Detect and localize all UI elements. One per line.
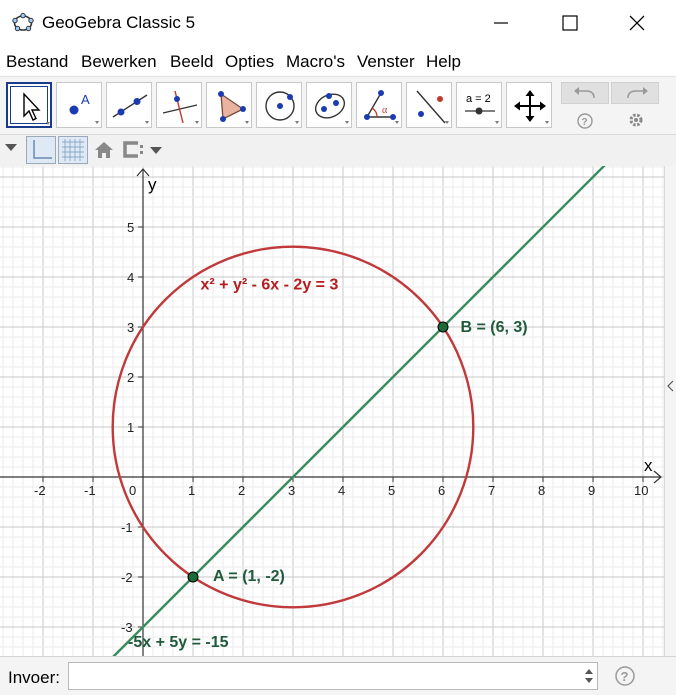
toggle-style-bar-icon[interactable] [3, 141, 19, 153]
conic-tool-button[interactable] [306, 82, 352, 128]
slider-icon: a = 2 [465, 93, 499, 124]
x-tick-label: -1 [84, 483, 96, 498]
redo-icon [627, 87, 648, 99]
reflect-tool-button[interactable] [406, 82, 452, 128]
line-equation-label: -5x + 5y = -15 [128, 634, 229, 651]
menu-help[interactable]: Help [426, 52, 461, 72]
input-bar: Invoer: ? [0, 656, 676, 695]
graphics-view[interactable]: -2 -1 0 1 2 3 4 5 6 7 8 9 10 -3 -2 -1 1 2 3 4 5 x y x² + y² … [0, 166, 664, 656]
minimize-button[interactable] [478, 0, 524, 46]
undo-button[interactable] [561, 82, 609, 104]
menu-bestand[interactable]: Bestand [6, 52, 68, 72]
slider-tool-button[interactable]: a = 2 [456, 82, 502, 128]
move-tool-button[interactable] [6, 82, 52, 128]
help-icon[interactable]: ? [576, 112, 594, 130]
y-tick-label: -1 [121, 520, 133, 535]
minimize-icon [494, 22, 508, 24]
x-axis-label: x [644, 456, 653, 475]
grid [0, 166, 664, 656]
input-field[interactable] [68, 662, 598, 690]
angle-tool-button[interactable]: α [356, 82, 402, 128]
angle-icon: α [364, 90, 399, 124]
x-tick-label: 4 [338, 483, 345, 498]
x-tick-label: 1 [188, 483, 195, 498]
x-tick-label: 6 [438, 483, 445, 498]
point-a-label: A = (1, -2) [213, 568, 285, 585]
slider-tool-text: a = 2 [466, 93, 491, 105]
menu-bar: Bestand Bewerken Beeld Opties Macro's Ve… [0, 46, 676, 76]
x-tick-label: 2 [238, 483, 245, 498]
x-tick-label: 9 [588, 483, 595, 498]
axes [0, 168, 662, 656]
circle-icon [265, 91, 299, 124]
y-tick-label: -3 [121, 620, 133, 635]
svg-text:?: ? [582, 117, 588, 128]
menu-opties[interactable]: Opties [225, 52, 274, 72]
polygon-tool-button[interactable] [206, 82, 252, 128]
svg-text:A: A [81, 92, 90, 107]
title-bar: GeoGebra Classic 5 [0, 0, 676, 46]
redo-button[interactable] [611, 82, 659, 104]
point-a[interactable] [187, 571, 199, 583]
geogebra-logo-icon [12, 12, 34, 32]
polygon-icon [218, 91, 249, 124]
home-icon[interactable] [93, 140, 115, 160]
undo-icon [574, 87, 595, 99]
y-tick-label: 5 [127, 220, 134, 235]
menu-bewerken[interactable]: Bewerken [81, 52, 157, 72]
svg-text:?: ? [621, 669, 629, 684]
svg-text:α: α [382, 105, 388, 116]
gear-icon[interactable] [627, 111, 645, 129]
show-grid-icon[interactable] [58, 136, 88, 164]
window-title: GeoGebra Classic 5 [42, 13, 196, 32]
x-tick-label: 7 [488, 483, 495, 498]
y-tick-label: 2 [127, 370, 134, 385]
toolbar: A α a = 2 ? [0, 76, 676, 135]
point-capturing-icon[interactable] [120, 139, 166, 161]
move-arrows-icon [514, 90, 549, 124]
menu-beeld[interactable]: Beeld [170, 52, 213, 72]
circle-equation-label: x² + y² - 6x - 2y = 3 [201, 277, 339, 294]
line-tool-button[interactable] [106, 82, 152, 128]
ellipse-icon [314, 93, 349, 124]
x-tick-label: 10 [634, 483, 648, 498]
point-b[interactable] [437, 321, 449, 333]
x-tick-label: 5 [388, 483, 395, 498]
close-icon [629, 15, 645, 31]
line-f[interactable] [68, 166, 664, 656]
x-tick-label: 8 [538, 483, 545, 498]
graphics-canvas[interactable]: -2 -1 0 1 2 3 4 5 6 7 8 9 10 -3 -2 -1 1 2 3 4 5 x y x² + y² … [0, 166, 664, 656]
maximize-button[interactable] [546, 0, 592, 46]
y-tick-label: 3 [127, 320, 134, 335]
arrow-cursor-icon [23, 92, 50, 125]
point-tool-button[interactable]: A [56, 82, 102, 128]
x-tick-label: 3 [288, 483, 295, 498]
menu-macros[interactable]: Macro's [286, 52, 345, 72]
expand-panel-icon[interactable] [667, 380, 675, 392]
maximize-icon [562, 15, 578, 31]
reflect-icon [416, 90, 449, 124]
move-graphics-view-tool-button[interactable] [506, 82, 552, 128]
y-tick-label: 1 [127, 420, 134, 435]
x-tick-label: -2 [34, 483, 46, 498]
input-help-icon[interactable]: ? [614, 665, 636, 687]
y-axis-label: y [148, 175, 157, 194]
show-axes-icon[interactable] [26, 136, 56, 164]
line-icon [112, 94, 149, 124]
circle-tool-button[interactable] [256, 82, 302, 128]
input-history-icon[interactable] [584, 667, 594, 685]
perpendicular-line-icon [162, 90, 199, 124]
point-icon: A [69, 92, 99, 124]
menu-venster[interactable]: Venster [357, 52, 415, 72]
input-label: Invoer: [8, 668, 60, 687]
side-panel-handle[interactable] [664, 166, 676, 656]
graphics-style-bar [0, 134, 676, 168]
y-tick-label: 4 [127, 270, 134, 285]
x-tick-label: 0 [129, 483, 136, 498]
y-tick-label: -2 [121, 570, 133, 585]
close-button[interactable] [614, 0, 660, 46]
perpendicular-line-tool-button[interactable] [156, 82, 202, 128]
point-b-label: B = (6, 3) [461, 319, 528, 336]
